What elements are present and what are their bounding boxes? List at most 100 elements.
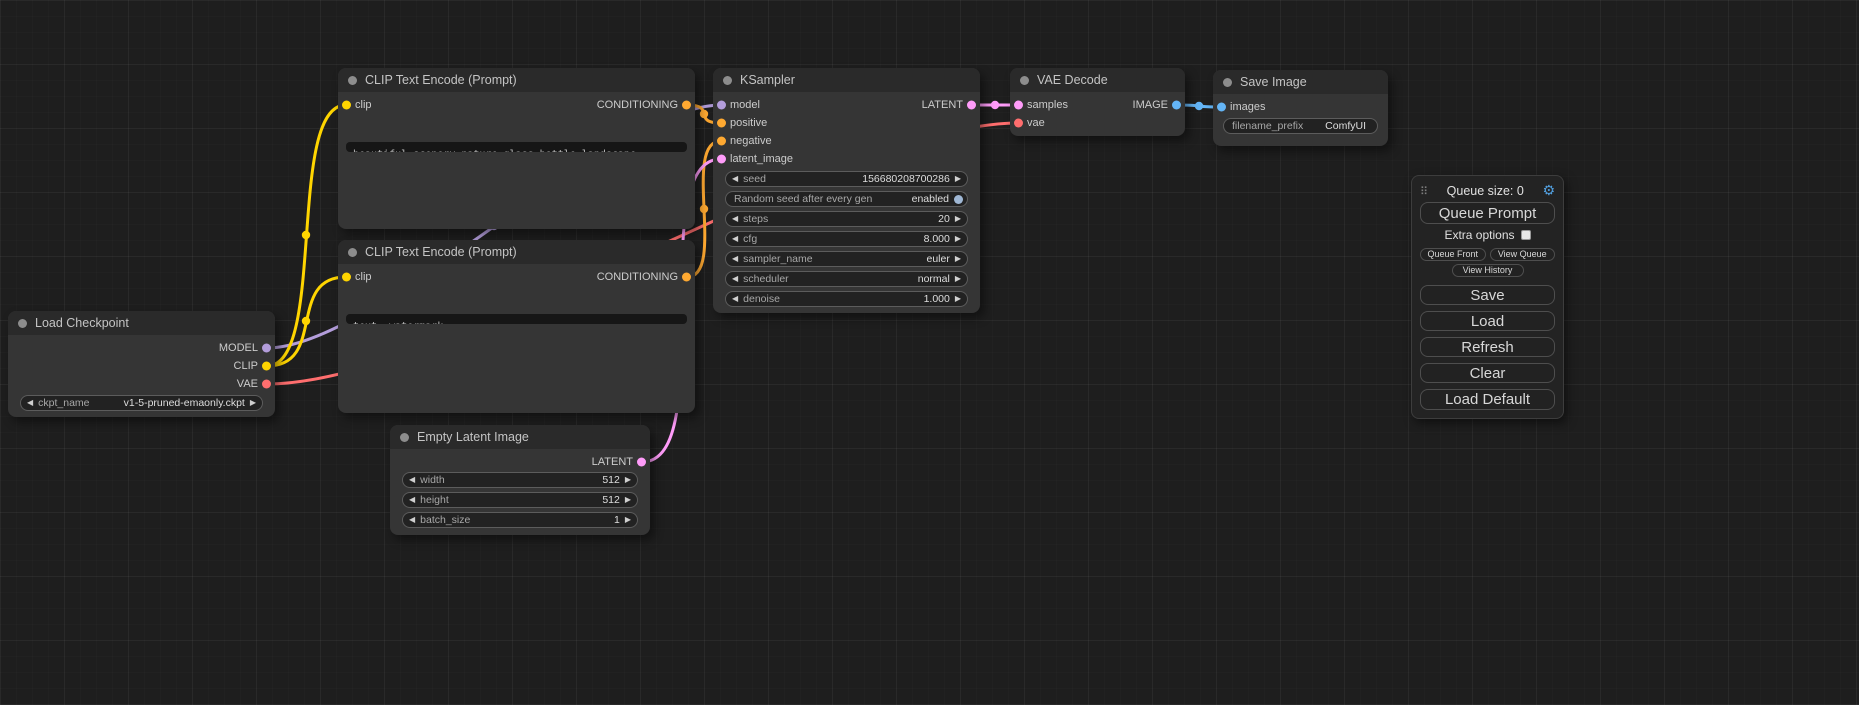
input-port-model[interactable]: [717, 101, 726, 110]
widget-height[interactable]: ◀ height 512 ▶: [402, 492, 638, 508]
output-port-latent[interactable]: [637, 458, 646, 467]
widget-batch-size[interactable]: ◀ batch_size 1 ▶: [402, 512, 638, 528]
output-row-model: MODEL: [8, 339, 275, 357]
node-title: Empty Latent Image: [417, 430, 529, 444]
widget-seed[interactable]: ◀ seed 156680208700286 ▶: [725, 171, 968, 187]
widget-label: height: [420, 494, 449, 506]
input-port-images[interactable]: [1217, 103, 1226, 112]
stepper-right-icon[interactable]: ▶: [625, 476, 631, 484]
stepper-right-icon[interactable]: ▶: [625, 516, 631, 524]
stepper-right-icon[interactable]: ▶: [250, 399, 256, 407]
stepper-right-icon[interactable]: ▶: [955, 255, 961, 263]
widget-label: seed: [743, 173, 766, 185]
input-port-clip[interactable]: [342, 273, 351, 282]
output-port-vae[interactable]: [262, 380, 271, 389]
node-title: Load Checkpoint: [35, 316, 129, 330]
wire-midpoint-dot-clip-to-negative: [302, 317, 310, 325]
node-vae-decode[interactable]: VAE Decode samples IMAGE vae: [1010, 68, 1185, 136]
output-port-clip[interactable]: [262, 362, 271, 371]
widget-sampler-name[interactable]: ◀ sampler_name euler ▶: [725, 251, 968, 267]
node-title-bar[interactable]: KSampler: [713, 68, 980, 92]
clear-button[interactable]: Clear: [1420, 363, 1555, 383]
widget-denoise[interactable]: ◀ denoise 1.000 ▶: [725, 291, 968, 307]
stepper-right-icon[interactable]: ▶: [955, 295, 961, 303]
input-port-samples[interactable]: [1014, 101, 1023, 110]
output-port-latent[interactable]: [967, 101, 976, 110]
stepper-left-icon[interactable]: ◀: [409, 476, 415, 484]
widget-width[interactable]: ◀ width 512 ▶: [402, 472, 638, 488]
wire-midpoint-dot-image: [1195, 102, 1203, 110]
widget-cfg[interactable]: ◀ cfg 8.000 ▶: [725, 231, 968, 247]
stepper-right-icon[interactable]: ▶: [955, 175, 961, 183]
refresh-button[interactable]: Refresh: [1420, 337, 1555, 357]
load-button[interactable]: Load: [1420, 311, 1555, 331]
stepper-left-icon[interactable]: ◀: [732, 275, 738, 283]
output-port-conditioning[interactable]: [682, 101, 691, 110]
stepper-right-icon[interactable]: ▶: [955, 275, 961, 283]
stepper-left-icon[interactable]: ◀: [732, 215, 738, 223]
node-title-bar[interactable]: CLIP Text Encode (Prompt): [338, 240, 695, 264]
output-port-model[interactable]: [262, 344, 271, 353]
collapse-dot-icon[interactable]: [348, 76, 357, 85]
collapse-dot-icon[interactable]: [1223, 78, 1232, 87]
prompt-text-input[interactable]: text, watermark: [346, 314, 687, 324]
node-load-checkpoint[interactable]: Load Checkpoint MODEL CLIP VAE ◀ ckpt_na…: [8, 311, 275, 417]
node-save-image[interactable]: Save Image images filename_prefix ComfyU…: [1213, 70, 1388, 146]
widget-filename-prefix[interactable]: filename_prefix ComfyUI: [1223, 118, 1378, 134]
prompt-text-input[interactable]: beautiful scenery nature glass bottle la…: [346, 142, 687, 152]
widget-random-seed-toggle[interactable]: Random seed after every gen enabled: [725, 191, 968, 207]
stepper-right-icon[interactable]: ▶: [955, 215, 961, 223]
stepper-right-icon[interactable]: ▶: [625, 496, 631, 504]
widget-value: 1: [614, 514, 620, 526]
collapse-dot-icon[interactable]: [348, 248, 357, 257]
widget-scheduler[interactable]: ◀ scheduler normal ▶: [725, 271, 968, 287]
output-port-image[interactable]: [1172, 101, 1181, 110]
input-label: negative: [730, 135, 772, 147]
node-empty-latent-image[interactable]: Empty Latent Image LATENT ◀ width 512 ▶ …: [390, 425, 650, 535]
queue-prompt-button[interactable]: Queue Prompt: [1420, 202, 1555, 224]
input-port-negative[interactable]: [717, 137, 726, 146]
node-title-bar[interactable]: Save Image: [1213, 70, 1388, 94]
collapse-dot-icon[interactable]: [18, 319, 27, 328]
queue-front-button[interactable]: Queue Front: [1420, 248, 1486, 261]
stepper-left-icon[interactable]: ◀: [27, 399, 33, 407]
node-title-bar[interactable]: Empty Latent Image: [390, 425, 650, 449]
node-clip-text-encode-negative[interactable]: CLIP Text Encode (Prompt) clip CONDITION…: [338, 240, 695, 413]
input-port-clip[interactable]: [342, 101, 351, 110]
settings-gear-icon[interactable]: ⚙: [1542, 183, 1555, 199]
stepper-left-icon[interactable]: ◀: [732, 295, 738, 303]
stepper-left-icon[interactable]: ◀: [732, 255, 738, 263]
output-row-clip: CLIP: [8, 357, 275, 375]
node-title-bar[interactable]: CLIP Text Encode (Prompt): [338, 68, 695, 92]
collapse-dot-icon[interactable]: [1020, 76, 1029, 85]
widget-value: 20: [938, 213, 950, 225]
node-graph-canvas[interactable]: Load Checkpoint MODEL CLIP VAE ◀ ckpt_na…: [0, 0, 1859, 705]
input-port-latent-image[interactable]: [717, 155, 726, 164]
extra-options-checkbox[interactable]: [1521, 230, 1531, 240]
toggle-dot-icon[interactable]: [954, 195, 963, 204]
load-default-button[interactable]: Load Default: [1420, 389, 1555, 410]
node-ksampler[interactable]: KSampler model LATENT positive negative …: [713, 68, 980, 313]
input-row-positive: positive: [713, 114, 980, 132]
drag-handle-icon[interactable]: ⠿: [1420, 185, 1428, 198]
output-port-conditioning[interactable]: [682, 273, 691, 282]
save-button[interactable]: Save: [1420, 285, 1555, 305]
input-port-positive[interactable]: [717, 119, 726, 128]
stepper-right-icon[interactable]: ▶: [955, 235, 961, 243]
stepper-left-icon[interactable]: ◀: [732, 235, 738, 243]
stepper-left-icon[interactable]: ◀: [732, 175, 738, 183]
input-port-vae[interactable]: [1014, 119, 1023, 128]
widget-ckpt-name[interactable]: ◀ ckpt_name v1-5-pruned-emaonly.ckpt ▶: [20, 395, 263, 411]
widget-steps[interactable]: ◀ steps 20 ▶: [725, 211, 968, 227]
stepper-left-icon[interactable]: ◀: [409, 496, 415, 504]
view-queue-button[interactable]: View Queue: [1490, 248, 1556, 261]
collapse-dot-icon[interactable]: [723, 76, 732, 85]
node-title-bar[interactable]: VAE Decode: [1010, 68, 1185, 92]
extra-options-row: Extra options: [1420, 228, 1555, 242]
view-history-button[interactable]: View History: [1452, 264, 1524, 277]
node-clip-text-encode-positive[interactable]: CLIP Text Encode (Prompt) clip CONDITION…: [338, 68, 695, 229]
node-title-bar[interactable]: Load Checkpoint: [8, 311, 275, 335]
stepper-left-icon[interactable]: ◀: [409, 516, 415, 524]
input-row-negative: negative: [713, 132, 980, 150]
collapse-dot-icon[interactable]: [400, 433, 409, 442]
